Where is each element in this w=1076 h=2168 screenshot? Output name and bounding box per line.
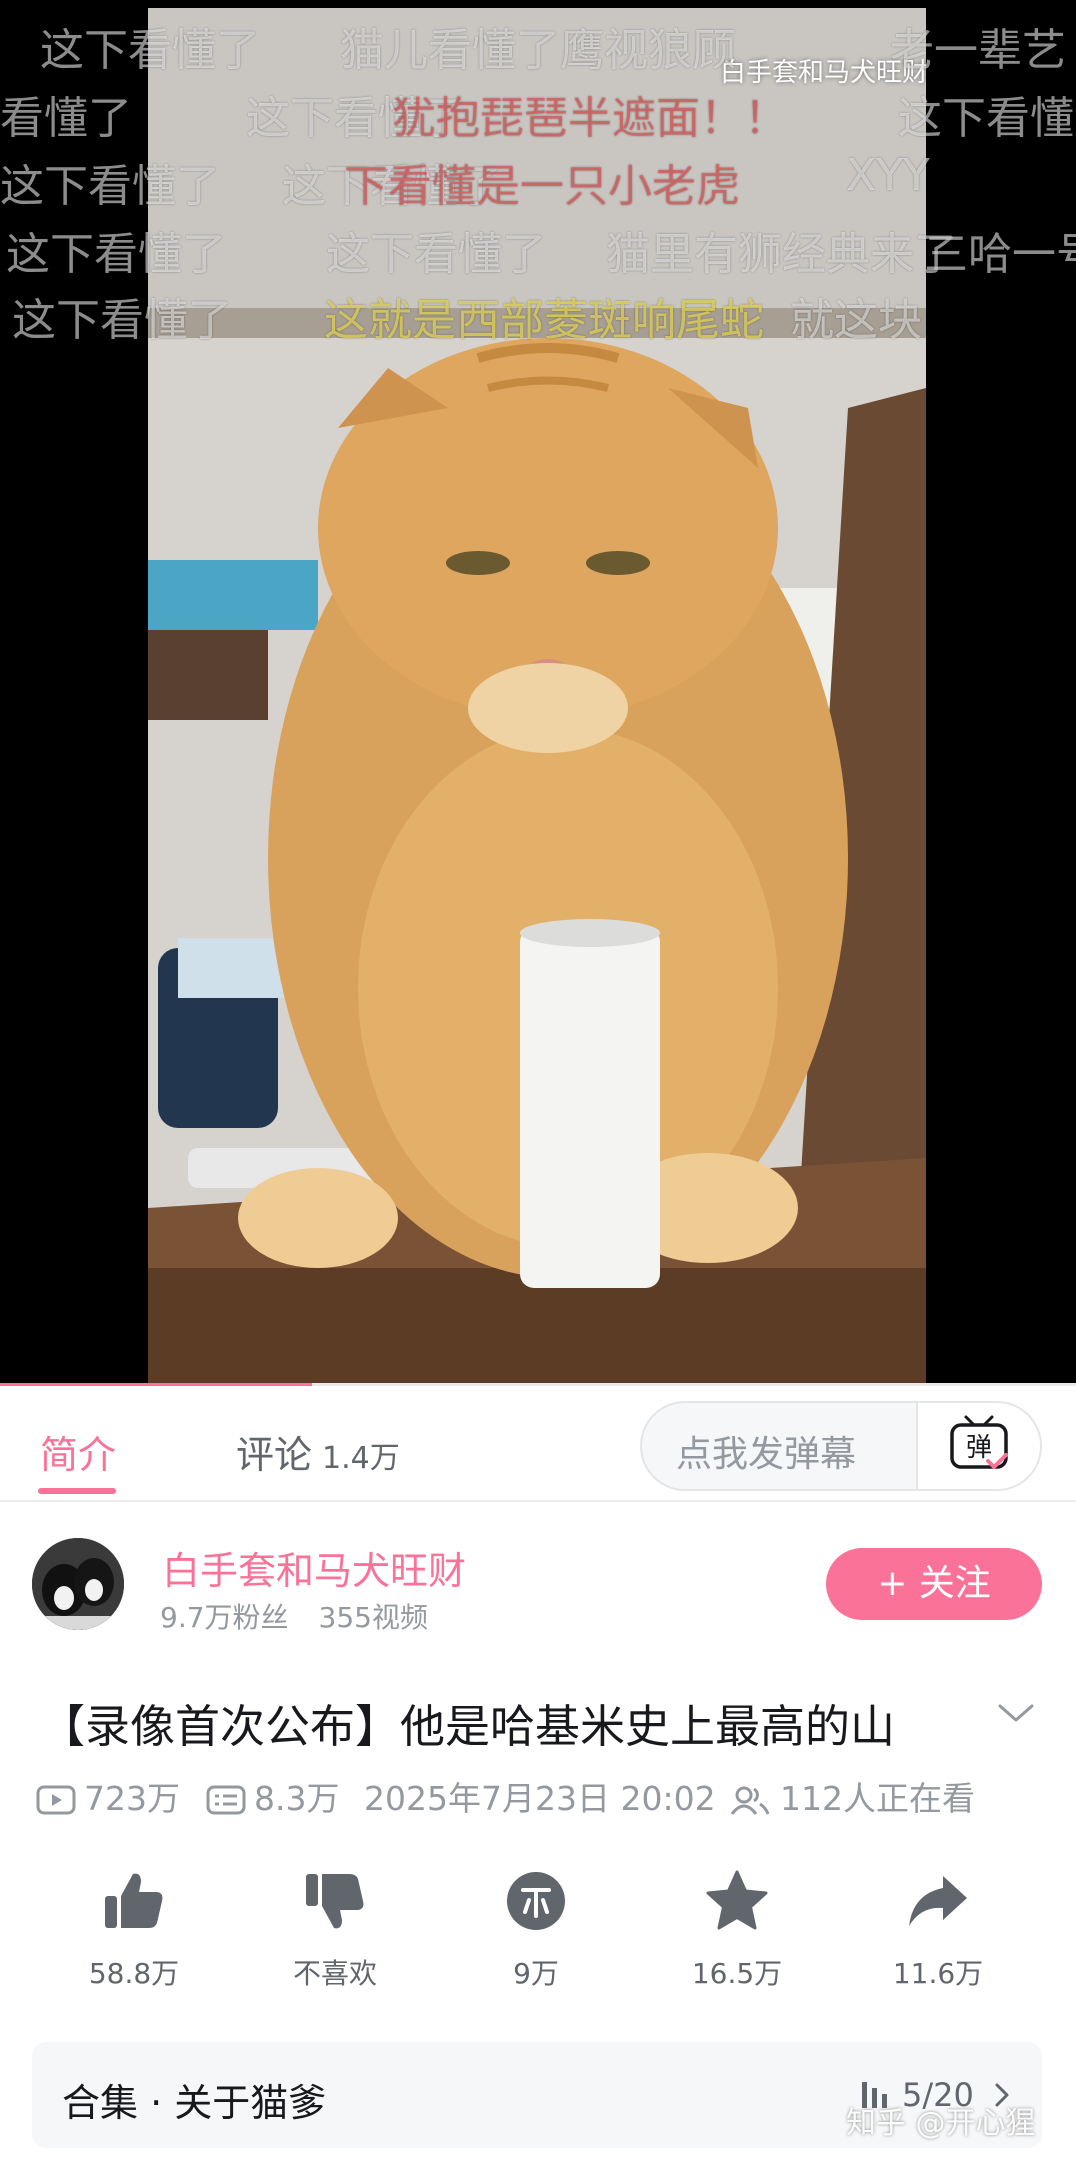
danmaku-comment: 犹抱琵琶半遮面！！ (392, 93, 788, 144)
video-player[interactable]: 白手套和马犬旺财 bilibili 这下看懂了 猫儿看懂了鹰视狼顾 老一辈艺 看… (0, 0, 1076, 1386)
coin-icon (507, 1872, 565, 1930)
danmaku-input[interactable]: 点我发弹幕 弹 (640, 1401, 1042, 1491)
uploader-stats: 9.7万粉丝 355视频 (160, 1596, 428, 1636)
like-count: 58.8万 (88, 1957, 180, 1990)
play-count-icon (36, 1785, 76, 1815)
danmaku-comment: 看懂了 (0, 93, 132, 144)
like-button[interactable]: 58.8万 (54, 1866, 214, 1992)
danmaku-comment: 这下看懂了 (40, 25, 260, 76)
video-progress-fill (0, 1383, 313, 1386)
danmaku-comment: 这就是西部菱斑响尾蛇 (324, 295, 764, 346)
tab-comments-label: 评论 (236, 1433, 313, 1477)
danmaku-comment: 就这块 (790, 295, 922, 346)
coin-button[interactable]: 9万 (456, 1866, 616, 1992)
tab-comments-count: 1.4万 (322, 1441, 400, 1476)
danmaku-comment: XYY (846, 150, 930, 201)
uploader-fans: 9.7万粉丝 (160, 1601, 289, 1634)
collection-title: 合集 · 关于猫爹 (62, 2081, 327, 2125)
share-arrow-icon (909, 1876, 967, 1926)
danmaku-comment: 这下看懂 (898, 93, 1074, 144)
star-icon (706, 1870, 768, 1930)
avatar-cats-image (32, 1538, 124, 1630)
danmaku-comment: 老一辈艺 (890, 25, 1066, 76)
danmaku-toggle-button[interactable]: 弹 (916, 1403, 1040, 1489)
uploader-videos: 355视频 (318, 1601, 428, 1634)
follow-button[interactable]: + 关注 (826, 1548, 1042, 1620)
tab-bar: 简介 评论 1.4万 点我发弹幕 弹 (0, 1388, 1076, 1502)
cat-video-image (148, 8, 926, 1386)
tab-comments[interactable]: 评论 1.4万 (236, 1424, 400, 1479)
zhihu-watermark: 知乎 @开心猩 (846, 2106, 1036, 2141)
thumbs-up-icon (105, 1873, 163, 1928)
dislike-label: 不喜欢 (292, 1957, 377, 1990)
danmaku-count: 8.3万 (206, 1772, 339, 1820)
danmaku-comment: 猫儿看懂了鹰视狼顾 (340, 25, 736, 76)
chevron-down-icon[interactable] (996, 1698, 1036, 1728)
coin-count: 9万 (513, 1957, 559, 1990)
favorite-count: 16.5万 (691, 1957, 783, 1990)
tab-intro[interactable]: 简介 (40, 1424, 116, 1479)
danmaku-count-icon (206, 1785, 246, 1815)
share-count: 11.6万 (892, 1957, 984, 1990)
danmaku-comment: 这下看懂了 (0, 161, 220, 212)
danmaku-input-placeholder: 点我发弹幕 (676, 1434, 857, 1475)
share-button[interactable]: 11.6万 (858, 1866, 1018, 1992)
avatar[interactable] (32, 1538, 124, 1630)
dislike-button[interactable]: 不喜欢 (255, 1866, 415, 1992)
publish-date: 2025年7月23日 20:02 (364, 1779, 716, 1818)
video-title: 【录像首次公布】他是哈基米史上最高的山 (40, 1700, 896, 1753)
watching-now: 112人正在看 (728, 1772, 975, 1820)
danmaku-comment: 这下看懂了 (12, 295, 232, 346)
viewers-icon (730, 1786, 770, 1815)
thumbs-down-icon (306, 1874, 364, 1929)
video-frame: 白手套和马犬旺财 bilibili (148, 8, 926, 1386)
danmaku-comment: 猫里有狮经典来了 (606, 229, 958, 280)
active-tab-indicator (38, 1488, 116, 1494)
favorite-button[interactable]: 16.5万 (657, 1866, 817, 1992)
danmaku-comment: 这下看懂了 (6, 229, 226, 280)
danmaku-comment: 三哈一号 (924, 229, 1076, 280)
danmaku-tv-icon: 弹 (950, 1415, 1008, 1469)
uploader-name[interactable]: 白手套和马犬旺财 (162, 1540, 466, 1595)
view-count: 723万 (36, 1772, 180, 1820)
danmaku-comment: 下看懂是一只小老虎 (344, 161, 740, 212)
danmaku-comment: 这下看懂了 (326, 229, 546, 280)
svg-text:弹: 弹 (966, 1433, 992, 1463)
video-meta-row: 723万 8.3万 2025年7月23日 20:02 112人正在看 (36, 1768, 1056, 1818)
video-progress-bar[interactable] (0, 1383, 1076, 1386)
